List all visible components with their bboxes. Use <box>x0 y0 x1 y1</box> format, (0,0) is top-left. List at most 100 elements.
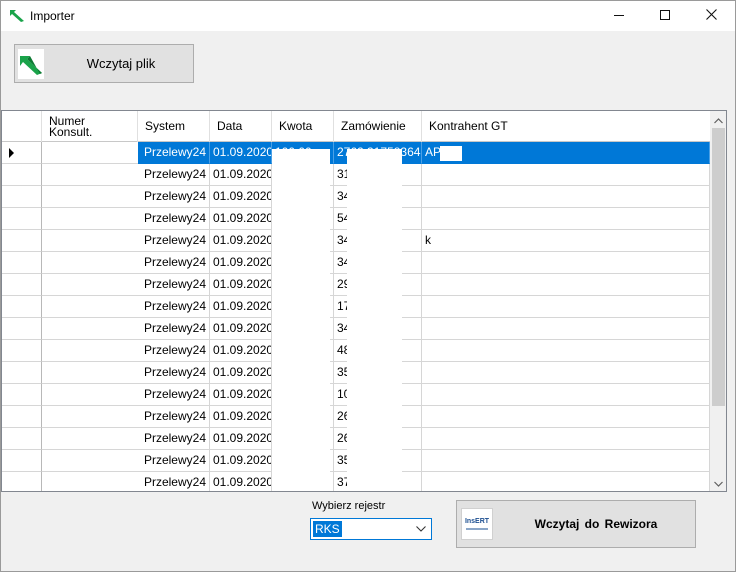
table-row[interactable]: Przelewy24 01.09.2020 17 508 <box>2 296 710 318</box>
row-header-cell[interactable] <box>2 274 42 296</box>
row-header-cell[interactable] <box>2 318 42 340</box>
cell-data[interactable]: 01.09.2020 <box>210 230 272 252</box>
cell-numer[interactable] <box>42 208 138 230</box>
cell-numer[interactable] <box>42 142 138 164</box>
cell-zamowienie[interactable]: 34 377 <box>334 252 422 274</box>
table-row[interactable]: Przelewy24 01.09.2020 34 290 k <box>2 230 710 252</box>
row-header-cell[interactable] <box>2 230 42 252</box>
row-header-cell[interactable] <box>2 362 42 384</box>
table-row[interactable]: Przelewy24 01.09.2020 34 336 <box>2 318 710 340</box>
close-button[interactable] <box>688 1 734 31</box>
cell-data[interactable]: 01.09.2020 <box>210 142 272 164</box>
cell-kontrahent[interactable] <box>422 340 710 362</box>
cell-zamowienie[interactable]: 54 298 <box>334 208 422 230</box>
row-header-cell[interactable] <box>2 186 42 208</box>
cell-zamowienie[interactable]: 10 975 <box>334 384 422 406</box>
cell-kwota[interactable] <box>272 384 334 406</box>
cell-system[interactable]: Przelewy24 <box>138 186 210 208</box>
column-header-kwota[interactable]: Kwota <box>272 111 334 142</box>
minimize-button[interactable] <box>596 1 642 31</box>
cell-numer[interactable] <box>42 362 138 384</box>
cell-kwota[interactable] <box>272 296 334 318</box>
cell-zamowienie[interactable]: 31 031 <box>334 164 422 186</box>
cell-kontrahent[interactable] <box>422 252 710 274</box>
cell-data[interactable]: 01.09.2020 <box>210 472 272 491</box>
cell-kwota[interactable] <box>272 428 334 450</box>
cell-numer[interactable] <box>42 472 138 491</box>
cell-data[interactable]: 01.09.2020 <box>210 362 272 384</box>
table-row[interactable]: Przelewy24 01.09.2020 35 418 <box>2 362 710 384</box>
cell-kontrahent[interactable] <box>422 296 710 318</box>
scroll-up-button[interactable] <box>710 111 726 128</box>
cell-kwota[interactable] <box>272 208 334 230</box>
vertical-scrollbar[interactable] <box>710 111 726 491</box>
cell-kontrahent[interactable] <box>422 472 710 491</box>
cell-kontrahent[interactable]: k <box>422 230 710 252</box>
table-row[interactable]: Przelewy24 01.09.2020 31 031 <box>2 164 710 186</box>
scroll-down-button[interactable] <box>710 474 726 491</box>
cell-data[interactable]: 01.09.2020 <box>210 252 272 274</box>
cell-system[interactable]: Przelewy24 <box>138 472 210 491</box>
cell-numer[interactable] <box>42 274 138 296</box>
load-to-rewizor-button[interactable]: InsERT Wczytaj do Rewizora <box>456 500 696 548</box>
table-row[interactable]: Przelewy24 01.09.2020 54 298 <box>2 208 710 230</box>
cell-data[interactable]: 01.09.2020 <box>210 186 272 208</box>
cell-kontrahent[interactable] <box>422 318 710 340</box>
cell-data[interactable]: 01.09.2020 <box>210 208 272 230</box>
cell-system[interactable]: Przelewy24 <box>138 384 210 406</box>
column-header-numer[interactable]: Numer Konsult. <box>42 111 138 142</box>
cell-system[interactable]: Przelewy24 <box>138 274 210 296</box>
cell-system[interactable]: Przelewy24 <box>138 296 210 318</box>
cell-system[interactable]: Przelewy24 <box>138 340 210 362</box>
cell-numer[interactable] <box>42 164 138 186</box>
cell-numer[interactable] <box>42 340 138 362</box>
cell-data[interactable]: 01.09.2020 <box>210 164 272 186</box>
cell-kwota[interactable] <box>272 340 334 362</box>
row-header-cell[interactable] <box>2 164 42 186</box>
cell-zamowienie[interactable]: 2762 317583643 <box>334 142 422 164</box>
cell-kwota[interactable] <box>272 230 334 252</box>
cell-zamowienie[interactable]: 17 508 <box>334 296 422 318</box>
chevron-down-icon[interactable] <box>415 522 427 536</box>
data-grid[interactable]: Numer Konsult. System Data Kwota Zamówie… <box>1 110 727 492</box>
cell-zamowienie[interactable]: 29 349 <box>334 274 422 296</box>
cell-data[interactable]: 01.09.2020 <box>210 318 272 340</box>
row-header-cell[interactable] <box>2 340 42 362</box>
register-select[interactable]: RKS <box>310 518 432 540</box>
table-row[interactable]: Przelewy24 01.09.2020 29 349 <box>2 274 710 296</box>
title-bar[interactable]: Importer <box>1 1 735 31</box>
cell-data[interactable]: 01.09.2020 <box>210 406 272 428</box>
cell-system[interactable]: Przelewy24 <box>138 230 210 252</box>
cell-kontrahent[interactable]: AP <box>422 142 710 164</box>
cell-system[interactable]: Przelewy24 <box>138 428 210 450</box>
cell-kontrahent[interactable] <box>422 274 710 296</box>
row-header-cell[interactable] <box>2 406 42 428</box>
cell-data[interactable]: 01.09.2020 <box>210 340 272 362</box>
row-header-cell[interactable] <box>2 142 42 164</box>
column-header-data[interactable]: Data <box>210 111 272 142</box>
cell-kontrahent[interactable] <box>422 428 710 450</box>
cell-system[interactable]: Przelewy24 <box>138 362 210 384</box>
cell-system[interactable]: Przelewy24 <box>138 142 210 164</box>
cell-system[interactable]: Przelewy24 <box>138 208 210 230</box>
cell-zamowienie[interactable]: 35 418 <box>334 362 422 384</box>
column-header-kontrahent[interactable]: Kontrahent GT <box>422 111 710 142</box>
cell-system[interactable]: Przelewy24 <box>138 164 210 186</box>
table-row[interactable]: Przelewy24 01.09.2020 26 533 <box>2 428 710 450</box>
cell-kwota[interactable] <box>272 450 334 472</box>
cell-numer[interactable] <box>42 384 138 406</box>
cell-kontrahent[interactable] <box>422 406 710 428</box>
cell-numer[interactable] <box>42 296 138 318</box>
cell-zamowienie[interactable]: 34 336 <box>334 318 422 340</box>
cell-zamowienie[interactable]: 37 599 <box>334 472 422 491</box>
cell-system[interactable]: Przelewy24 <box>138 450 210 472</box>
cell-numer[interactable] <box>42 186 138 208</box>
cell-data[interactable]: 01.09.2020 <box>210 384 272 406</box>
cell-zamowienie[interactable]: 35 425 <box>334 450 422 472</box>
row-header-cell[interactable] <box>2 296 42 318</box>
cell-kontrahent[interactable] <box>422 208 710 230</box>
column-header-zamowienie[interactable]: Zamówienie <box>334 111 422 142</box>
row-header-cell[interactable] <box>2 384 42 406</box>
cell-data[interactable]: 01.09.2020 <box>210 450 272 472</box>
table-row[interactable]: Przelewy24 01.09.2020 35 425 <box>2 450 710 472</box>
